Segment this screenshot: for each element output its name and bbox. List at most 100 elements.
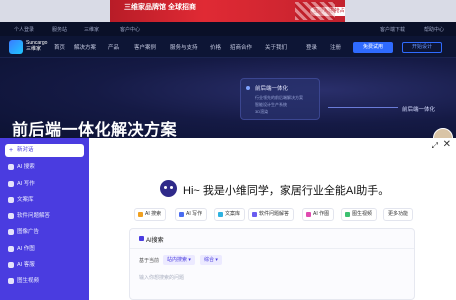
source-dropdown[interactable]: 站内搜索 ▾ [163,255,195,265]
register-link[interactable]: 注册 [330,43,341,51]
image-icon [8,229,14,235]
bullet-icon [246,86,250,90]
promo-decoration [295,2,335,20]
bot-avatar-icon [160,180,177,197]
search-icon [138,212,143,217]
new-chat-button[interactable]: + 新对话 [5,144,84,157]
utility-link-personal-login[interactable]: 个人登录 [14,26,34,33]
utility-link-brand[interactable]: 三维家 [84,26,99,33]
hero-connector-line [328,107,398,108]
search-icon [8,164,14,170]
assistant-main-panel: ⤢ ✕ Hi~ 我是小维同学，家居行业全能AI助手。 AI 搜索 AI 写作 文… [89,138,456,300]
search-input[interactable]: 输入你想搜索的问题 [139,274,184,281]
assistant-greeting: Hi~ 我是小维同学，家居行业全能AI助手。 [183,185,390,197]
divider [130,248,414,249]
chip-software-qa[interactable]: 软件问题解答 [248,208,295,221]
sidebar-item-ai-service[interactable]: AI 客服 [8,260,35,270]
hero-section: 前后端一体化 行业领先的前后端解决方案 智能设计生产系统 3D渲染 前后端一体化… [0,58,456,138]
chip-copy-library[interactable]: 文案库 [214,208,246,221]
utility-link-download[interactable]: 客户端下载 [380,26,405,33]
hero-card-title: 前后端一体化 [255,86,289,92]
sidebar-item-ai-drawing[interactable]: AI 作图 [8,244,35,254]
sidebar-item-label: 图生视频 [17,278,40,284]
sidebar-item-image-ads[interactable]: 图像广告 [8,227,39,237]
based-on-label: 基于当前 [139,258,160,264]
sidebar-item-label: 软件问题解答 [17,213,51,219]
sidebar-item-label: 图像广告 [17,229,40,235]
hero-card-line: 3D渲染 [255,109,269,114]
ai-search-title: AI搜索 [139,235,164,244]
utility-bar: 个人登录 服务站 三维家 客户中心 客户端下载 帮助中心 [0,22,456,36]
hero-card[interactable]: 前后端一体化 行业领先的前后端解决方案 智能设计生产系统 3D渲染 [240,78,320,120]
chip-label: AI 作图 [313,211,330,217]
utility-link-help[interactable]: 帮助中心 [424,26,444,33]
plus-icon: + [9,147,14,154]
chip-label: 文案库 [225,211,241,217]
nav-item-partners[interactable]: 招商合作 [230,43,252,51]
sidebar-item-image-video[interactable]: 图生视频 [8,276,39,286]
brand-name[interactable]: Suncargo 三维家 [26,40,47,52]
question-icon [252,212,257,217]
chip-ai-writing[interactable]: AI 写作 [175,208,208,221]
chip-image-video[interactable]: 图生视频 [341,208,378,221]
assistant-sidebar: + 新对话 AI 搜索 AI 写作 文案库 软件问题解答 图像广告 AI 作图 … [0,138,89,300]
nav-item-pricing[interactable]: 价格 [210,43,221,51]
chip-label: 图生视频 [352,211,373,217]
promo-headline: 三维家品牌馆 全球招商 [124,4,196,11]
scope-value: 综合 [204,257,215,263]
utility-link-customer[interactable]: 客户中心 [120,26,140,33]
expand-icon[interactable]: ⤢ [432,141,438,151]
document-icon [8,197,14,203]
video-icon [8,278,14,284]
nav-item-support[interactable]: 服务与支持 [170,43,198,51]
nav-item-about[interactable]: 关于我们 [265,43,287,51]
nav-item-home[interactable]: 首页 [54,43,65,51]
hero-title: 前后端一体化解决方案 [12,122,178,138]
promo-bar: 三维家品牌馆 全球招商 立即入驻 抢占流量先机 [0,0,456,22]
utility-link-service[interactable]: 服务站 [52,26,67,33]
brand-name-cn: 三维家 [26,46,42,52]
palette-icon [8,246,14,252]
scope-dropdown[interactable]: 综合 ▾ [200,255,222,265]
hero-card-line: 行业领先的前后端解决方案 [255,95,303,100]
video-icon [345,212,350,217]
chip-more-features[interactable]: 更多功能 [383,208,414,221]
login-link[interactable]: 登录 [306,43,317,51]
sidebar-item-label: AI 搜索 [17,164,35,170]
question-icon [8,213,14,219]
sidebar-item-label: AI 作图 [17,246,35,252]
hero-card-line: 智能设计生产系统 [255,102,287,107]
sidebar-item-copy-library[interactable]: 文案库 [8,195,34,205]
nav-item-products[interactable]: 产品 [108,43,119,51]
new-chat-label: 新对话 [17,147,34,153]
close-icon[interactable]: ✕ [443,139,451,150]
sidebar-item-label: 文案库 [17,197,34,203]
sidebar-item-label: AI 客服 [17,262,35,268]
chip-label: 更多功能 [388,211,409,217]
ai-search-icon [139,236,144,241]
sidebar-item-ai-writing[interactable]: AI 写作 [8,179,35,189]
nav-item-cases[interactable]: 客户案例 [134,43,156,51]
chip-label: AI 搜索 [145,211,162,217]
nav-item-solutions[interactable]: 解决方案 [74,43,96,51]
main-nav: Suncargo 三维家 首页 解决方案 产品 客户案例 服务与支持 价格 招商… [0,36,456,58]
promo-banner[interactable]: 三维家品牌馆 全球招商 立即入驻 抢占流量先机 [110,0,345,22]
brand-logo-icon[interactable] [9,40,23,54]
sidebar-item-software-qa[interactable]: 软件问题解答 [8,211,50,221]
sidebar-item-label: AI 写作 [17,181,35,187]
document-icon [218,212,223,217]
chip-ai-drawing[interactable]: AI 作图 [302,208,335,221]
ai-search-title-text: AI搜索 [146,238,164,244]
pen-icon [8,181,14,187]
free-trial-button[interactable]: 免费试用 [353,42,393,53]
chip-label: 软件问题解答 [259,211,290,217]
headset-icon [8,262,14,268]
chip-ai-search[interactable]: AI 搜索 [134,208,167,221]
start-design-button[interactable]: 开始设计 [402,42,442,53]
palette-icon [306,212,311,217]
chip-label: AI 写作 [186,211,203,217]
source-value: 站内搜索 [167,257,188,263]
ai-search-card: AI搜索 基于当前 站内搜索 ▾ 综合 ▾ 输入你想搜索的问题 [129,228,415,300]
sidebar-item-ai-search[interactable]: AI 搜索 [8,162,35,172]
hero-tag: 前后端一体化 [402,107,436,113]
